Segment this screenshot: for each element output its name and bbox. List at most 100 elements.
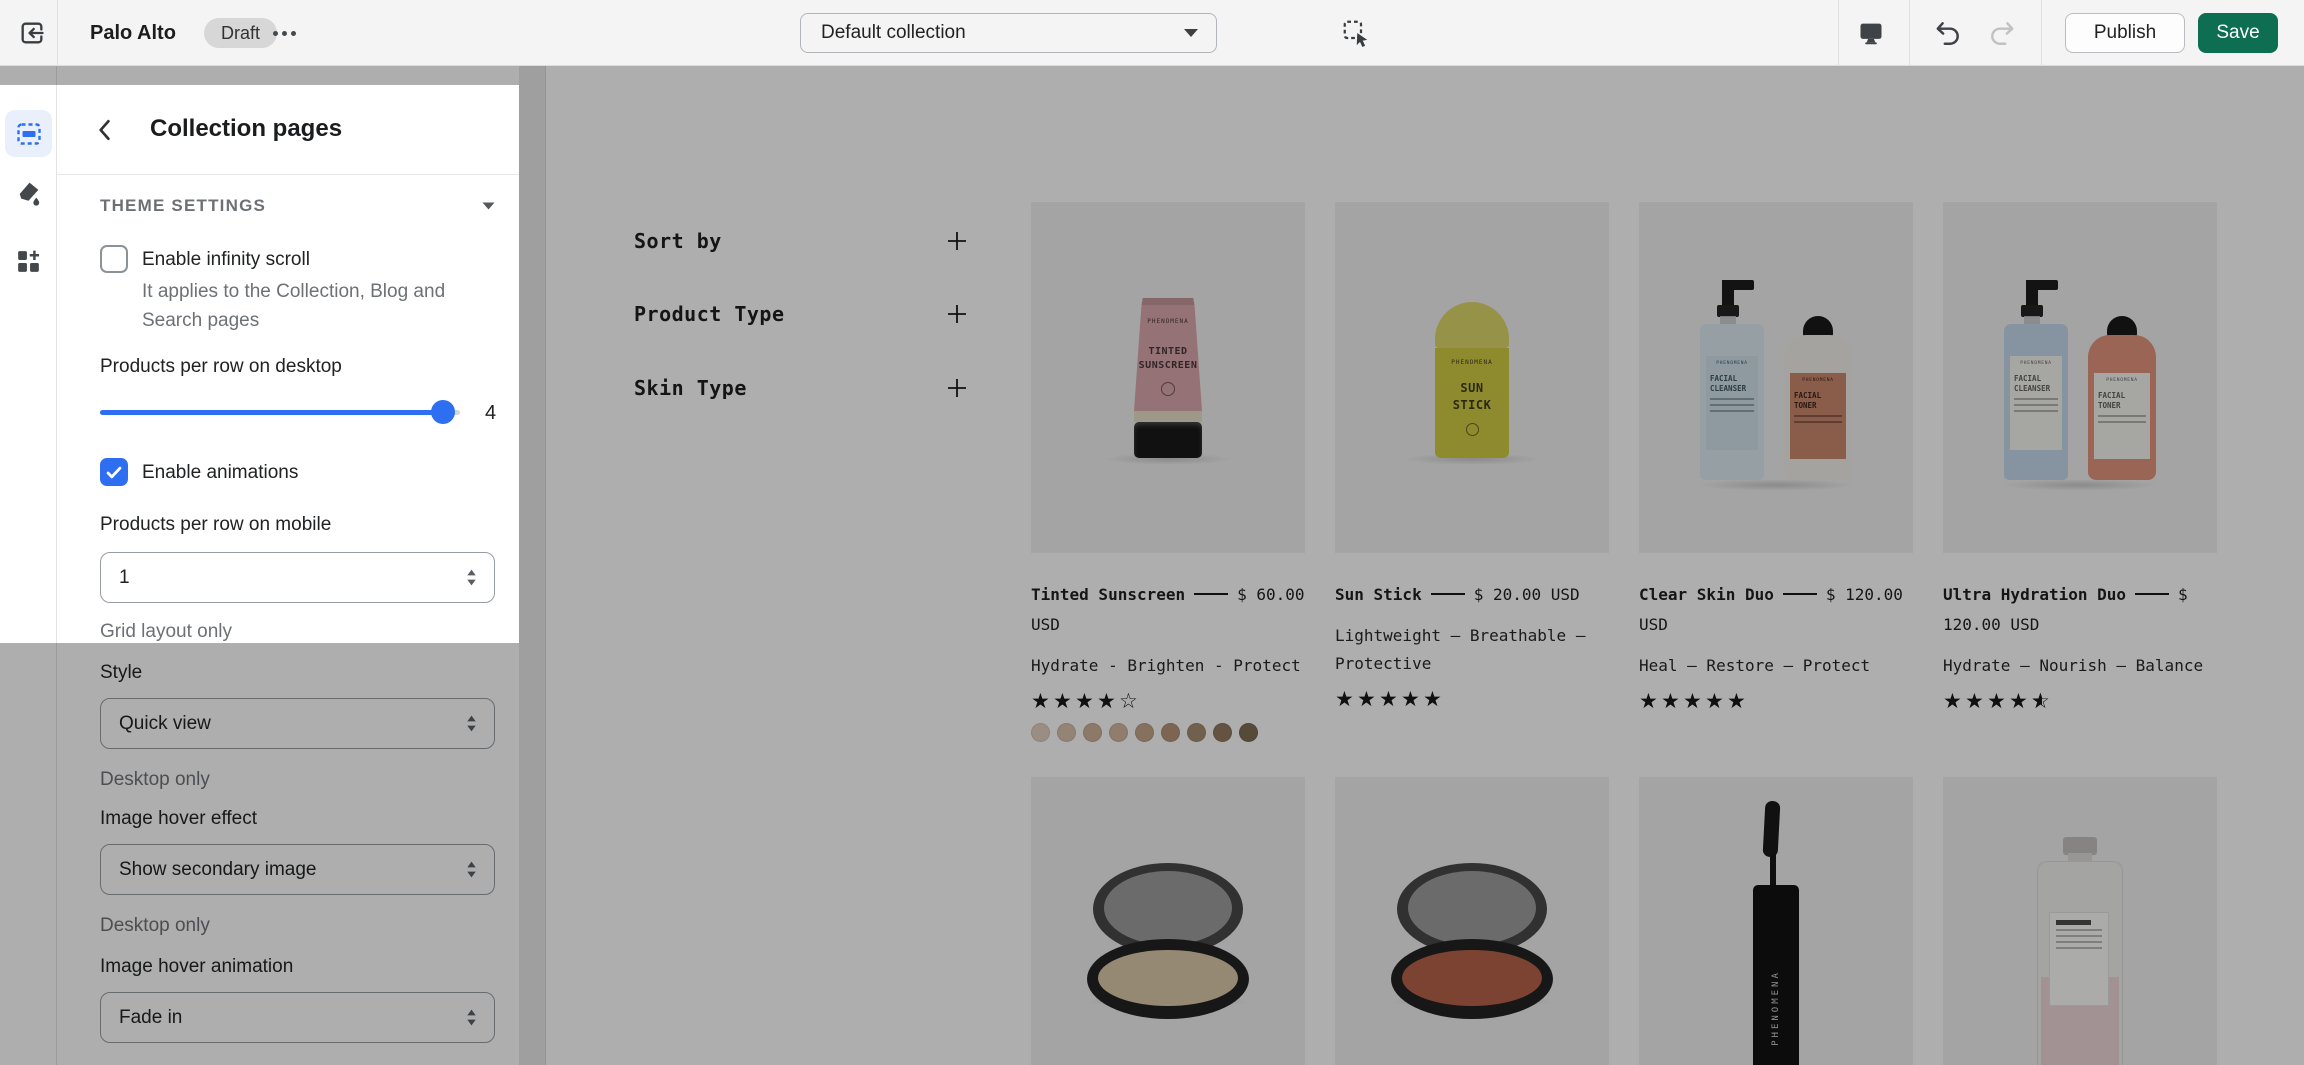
product-name[interactable]: Clear Skin Duo [1639,585,1774,604]
color-swatch[interactable] [1057,723,1076,742]
image-hover-effect-select[interactable]: Show secondary image [100,844,495,895]
enable-animations-checkbox[interactable] [100,458,128,486]
color-swatch[interactable] [1161,723,1180,742]
filter-label: Skin Type [634,376,747,400]
slider-fill [100,410,443,415]
inspect-element-button[interactable] [1338,15,1374,51]
save-button[interactable]: Save [2198,13,2278,53]
product-info: Ultra Hydration Duo$ 120.00 USDHydrate —… [1943,553,2217,714]
color-swatch[interactable] [1213,723,1232,742]
color-swatch[interactable] [1239,723,1258,742]
select-value: Show secondary image [119,859,317,881]
pack-label: PHENOMENAFACIALCLEANSER [1706,356,1758,450]
divider [57,0,58,66]
filter-label: Product Type [634,302,785,326]
product-image[interactable] [1943,777,2217,1065]
color-swatch[interactable] [1187,723,1206,742]
slider-thumb[interactable] [431,400,455,424]
undo-button[interactable] [1928,13,1968,53]
image-hover-animation-select[interactable]: Fade in [100,992,495,1043]
product-photo-duo: PHENOMENAFACIALCLEANSERPHENOMENAFACIALTO… [2004,280,2156,480]
product-image[interactable]: PHENOMENAFACIALCLEANSER PHENOMENAFACIALTO… [1639,202,1913,553]
filter-row-skin-type[interactable]: Skin Type [634,371,968,405]
redo-icon [1988,19,2016,47]
element-picker-icon [1341,18,1371,48]
product-card[interactable]: PHENOMENATINTEDSUNSCREENTinted Sunscreen… [1031,202,1305,742]
product-card[interactable] [1335,777,1609,1065]
filter-row-sort-by[interactable]: Sort by [634,224,968,258]
filter-row-product-type[interactable]: Product Type [634,297,968,331]
more-actions-button[interactable] [264,23,304,43]
page-selector-value: Default collection [821,22,966,44]
exit-editor-button[interactable] [14,15,50,51]
settings-panel: Collection pages THEME SETTINGS Enable i… [57,66,519,1065]
divider [1909,0,1910,66]
product-image[interactable]: PHENOMENASUNSTICK [1335,202,1609,553]
publish-button[interactable]: Publish [2065,13,2185,53]
color-swatches [1031,723,1305,742]
divider [2041,0,2042,66]
product-image[interactable] [1031,777,1305,1065]
products-per-row-slider[interactable] [100,400,460,424]
plus-icon [946,303,968,325]
sidebar-item-sections[interactable] [5,110,52,157]
helper-text: Desktop only [100,765,210,794]
product-card[interactable]: PHENOMENASUNSTICKSun Stick$ 20.00 USDLig… [1335,202,1609,742]
product-name[interactable]: Sun Stick [1335,585,1422,604]
panel-header: Collection pages [57,85,519,175]
product-name[interactable]: Tinted Sunscreen [1031,585,1185,604]
pack-label: PHENOMENAFACIALTONER [1790,373,1846,459]
product-card[interactable]: PHENOMENA [1639,777,1913,1065]
plus-icon [946,377,968,399]
helper-text: It applies to the Collection, Blog and S… [142,277,502,335]
product-image[interactable]: PHENOMENAFACIALCLEANSERPHENOMENAFACIALTO… [1943,202,2217,553]
star-filled-icon: ★ [2009,688,2031,714]
product-card[interactable] [1031,777,1305,1065]
sidebar-item-apps[interactable] [14,247,43,276]
divider [1838,0,1839,66]
product-image[interactable]: PHENOMENA [1639,777,1913,1065]
pack-label: PHENOMENAFACIALTONER [2094,373,2150,459]
color-swatch[interactable] [1135,723,1154,742]
sort-arrows-icon [465,568,478,587]
star-filled-icon: ★ [1423,686,1445,712]
star-filled-icon: ★ [1727,688,1749,714]
sort-arrows-icon [465,714,478,733]
product-name[interactable]: Ultra Hydration Duo [1943,585,2126,604]
field-label: Products per row on desktop [100,356,342,378]
star-filled-icon: ★ [1357,686,1379,712]
product-image[interactable]: PHENOMENATINTEDSUNSCREEN [1031,202,1305,553]
desktop-preview-button[interactable] [1851,13,1891,53]
topbar: Palo Alto Draft Default collection [0,0,2304,66]
product-photo-mascara: PHENOMENA [1746,801,1806,1065]
redo-button[interactable] [1982,13,2022,53]
theme-settings-section-toggle[interactable]: THEME SETTINGS [100,196,495,216]
product-grid-row-2: PHENOMENA [1031,777,2217,1065]
color-swatch[interactable] [1083,723,1102,742]
field-label: Style [100,662,142,684]
style-select[interactable]: Quick view [100,698,495,749]
star-filled-icon: ★ [1075,688,1097,714]
sidebar-item-theme-settings[interactable] [14,180,43,209]
product-card[interactable]: PHENOMENAFACIALCLEANSER PHENOMENAFACIALTO… [1639,202,1913,742]
products-per-row-mobile-select[interactable]: 1 [100,552,495,603]
enable-infinity-scroll-checkbox[interactable] [100,245,128,273]
dash-separator [1783,593,1817,595]
editor-nav-sidebar [0,66,57,1065]
star-filled-icon: ★ [1943,688,1965,714]
color-swatch[interactable] [1109,723,1128,742]
product-image[interactable] [1335,777,1609,1065]
panel-title: Collection pages [150,115,342,143]
product-card[interactable]: PHENOMENAFACIALCLEANSERPHENOMENAFACIALTO… [1943,202,2217,742]
field-label: Image hover effect [100,808,257,830]
product-description: Hydrate — Nourish — Balance [1943,652,2217,680]
field-label: Image hover animation [100,956,293,978]
product-title-row: Sun Stick$ 20.00 USD [1335,580,1609,610]
product-card[interactable] [1943,777,2217,1065]
back-button[interactable] [85,111,123,149]
product-info: Tinted Sunscreen$ 60.00 USDHydrate - Bri… [1031,553,1305,742]
product-title-row: Clear Skin Duo$ 120.00 USD [1639,580,1913,640]
page-selector-dropdown[interactable]: Default collection [800,13,1217,53]
star-filled-icon: ★ [1965,688,1987,714]
color-swatch[interactable] [1031,723,1050,742]
